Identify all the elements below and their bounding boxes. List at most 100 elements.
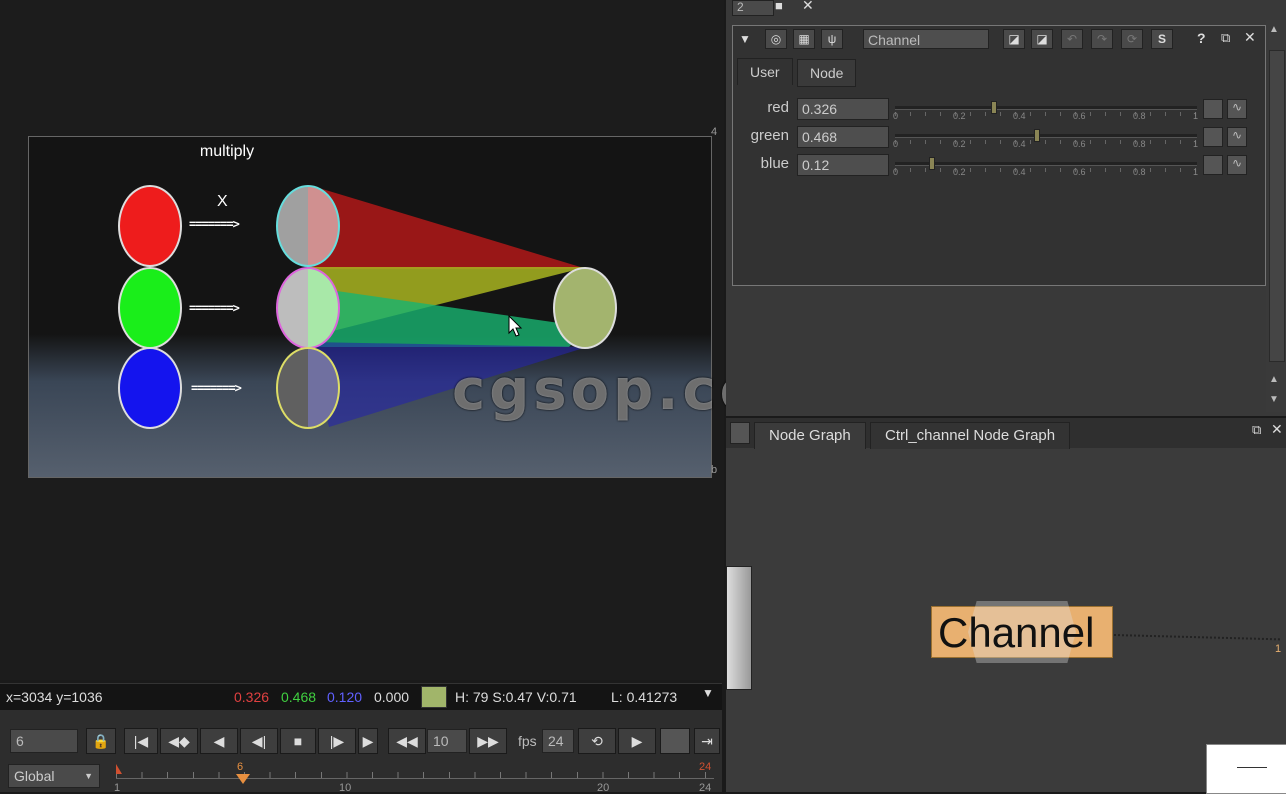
timeline-ruler[interactable]: 6 24 1 10 20 24	[114, 761, 716, 794]
red-value-input[interactable]: 0.326	[797, 98, 889, 120]
playhead-icon[interactable]	[236, 774, 250, 784]
skip-increment-input[interactable]: 10	[427, 729, 467, 753]
split-icon[interactable]	[1203, 155, 1223, 175]
channel-params: red 0.326 0 0.2 0.4 0.6 0.8 1 ∿ green 0.468 0…	[733, 92, 1265, 182]
in-marker-icon[interactable]	[116, 764, 122, 774]
param-label: blue	[760, 155, 789, 172]
help-icon[interactable]: ?	[1197, 30, 1206, 46]
tick-label: 10	[339, 782, 352, 794]
color-swatch-icon[interactable]: ◪	[1003, 29, 1025, 49]
red-slider[interactable]: 0 0.2 0.4 0.6 0.8 1	[893, 98, 1199, 122]
fps-label: fps	[518, 733, 537, 749]
tab-ctrl-channel-node-graph[interactable]: Ctrl_channel Node Graph	[870, 422, 1071, 449]
skip-back-button[interactable]: ◀◀	[388, 728, 426, 754]
param-row-red: red 0.326 0 0.2 0.4 0.6 0.8 1 ∿	[733, 96, 1265, 122]
current-frame-input[interactable]: 6	[10, 729, 78, 753]
green-slider[interactable]: 0 0.2 0.4 0.6 0.8 1	[893, 126, 1199, 150]
panel-menu-icon[interactable]	[730, 422, 750, 444]
animation-curve-icon[interactable]: ∿	[1227, 127, 1247, 147]
clear-panels-icon[interactable]: ✕	[802, 0, 814, 14]
animation-curve-icon[interactable]: ∿	[1227, 99, 1247, 119]
red-filter	[276, 185, 340, 267]
stop-button[interactable]: ■	[280, 728, 316, 754]
slider-handle[interactable]	[1034, 129, 1041, 142]
pixel-red: 0.326	[234, 689, 270, 705]
green-value-input[interactable]: 0.468	[797, 126, 889, 148]
param-label: red	[767, 99, 789, 116]
result-circle	[553, 267, 617, 349]
node-color-icon[interactable]: ▦	[793, 29, 815, 49]
blue-circle	[118, 347, 182, 429]
blue-filter	[276, 347, 340, 429]
cursor-coords: x=3034 y=1036	[6, 689, 103, 705]
animation-curve-icon[interactable]: ∿	[1227, 155, 1247, 175]
float-panel-icon[interactable]: ⧉	[1252, 422, 1261, 438]
lock-panel-icon[interactable]: ■	[775, 0, 783, 13]
scroll-up-icon[interactable]: ▲	[1269, 374, 1279, 385]
float-panel-icon[interactable]: ⧉	[1221, 30, 1230, 46]
pixel-green: 0.468	[281, 689, 317, 705]
slider-handle[interactable]	[991, 101, 998, 114]
blue-value-input[interactable]: 0.12	[797, 154, 889, 176]
color-swatch-2-icon[interactable]: ◪	[1031, 29, 1053, 49]
s-icon[interactable]: S	[1151, 29, 1173, 49]
slider-handle[interactable]	[929, 157, 936, 170]
play-forward-button[interactable]: |▶	[318, 728, 356, 754]
tick-label: 20	[597, 782, 610, 794]
multiply-x-label: X	[217, 193, 228, 210]
viewer-toggle-icon[interactable]: ◎	[765, 29, 787, 49]
timeline-option-button[interactable]	[660, 728, 690, 754]
step-forward-button[interactable]: ▶	[358, 728, 378, 754]
close-icon[interactable]: ✕	[1271, 421, 1283, 438]
tab-node-graph[interactable]: Node Graph	[754, 422, 866, 449]
info-dropdown-icon[interactable]: ▼	[702, 686, 714, 700]
loop-icon[interactable]: ⟲	[578, 728, 616, 754]
skip-forward-button[interactable]: ▶▶	[469, 728, 507, 754]
mouse-cursor-icon	[508, 315, 523, 337]
param-row-blue: blue 0.12 0 0.2 0.4 0.6 0.8 1 ∿	[733, 152, 1265, 178]
lock-icon[interactable]: 🔒	[86, 728, 116, 754]
tick-label: 1	[114, 782, 121, 794]
param-label: green	[750, 127, 789, 144]
split-icon[interactable]	[1203, 99, 1223, 119]
viewer-image[interactable]: multiply X =======> =======> =======>	[28, 136, 712, 478]
green-circle	[118, 267, 182, 349]
fps-input[interactable]: 24	[542, 729, 574, 753]
playback-controls: 6 🔒 |◀ ◀◆ ◀ ◀| ■ |▶ ▶ ◀◀ 10 ▶▶ fps 24 ⟲ …	[0, 710, 722, 794]
properties-scrollbar[interactable]: ▲ ▲ ▼	[1266, 20, 1286, 412]
wrench-icon[interactable]: ψ	[821, 29, 843, 49]
first-frame-button[interactable]: |◀	[124, 728, 158, 754]
connection-label: 1	[1275, 643, 1282, 655]
step-back-button[interactable]: ◀	[200, 728, 238, 754]
max-panels-input[interactable]: 2	[732, 0, 774, 16]
current-frame-marker-label: 6	[237, 761, 244, 773]
node-graph-tabbar: Node Graph Ctrl_channel Node Graph ⧉ ✕	[726, 418, 1286, 449]
arrow-red: =======>	[189, 217, 240, 231]
prev-keyframe-button[interactable]: ◀◆	[160, 728, 198, 754]
play-backward-button[interactable]: ◀|	[240, 728, 278, 754]
tab-node[interactable]: Node	[797, 59, 857, 87]
split-icon[interactable]	[1203, 127, 1223, 147]
green-filter	[276, 267, 340, 349]
node-name-field[interactable]: Channel	[863, 29, 989, 49]
revert-icon[interactable]: ⟳	[1121, 29, 1143, 49]
pixel-luminance: L: 0.41273	[611, 689, 678, 705]
scroll-down-icon[interactable]: ▼	[1269, 394, 1279, 405]
channel-node[interactable]: Channel	[931, 601, 1113, 663]
backdrop-node[interactable]	[726, 566, 752, 690]
collapse-icon[interactable]: ▼	[739, 32, 751, 46]
navigator-minimap[interactable]	[1206, 744, 1286, 794]
scrollbar-thumb[interactable]	[1269, 50, 1285, 362]
end-marker-label: 24	[699, 761, 712, 773]
scroll-up-icon[interactable]: ▲	[1269, 24, 1279, 35]
blue-slider[interactable]: 0 0.2 0.4 0.6 0.8 1	[893, 154, 1199, 178]
pixel-swatch	[421, 686, 447, 708]
frame-corner-bottom: b	[711, 464, 718, 476]
redo-icon[interactable]: ↷	[1091, 29, 1113, 49]
timeline-range-button[interactable]: ⇥	[694, 728, 720, 754]
close-icon[interactable]: ✕	[1244, 29, 1256, 46]
undo-icon[interactable]: ↶	[1061, 29, 1083, 49]
timeline-scope-dropdown[interactable]: Global ▼	[8, 764, 100, 788]
flipbook-icon[interactable]: ▶	[618, 728, 656, 754]
tab-user[interactable]: User	[737, 58, 793, 85]
